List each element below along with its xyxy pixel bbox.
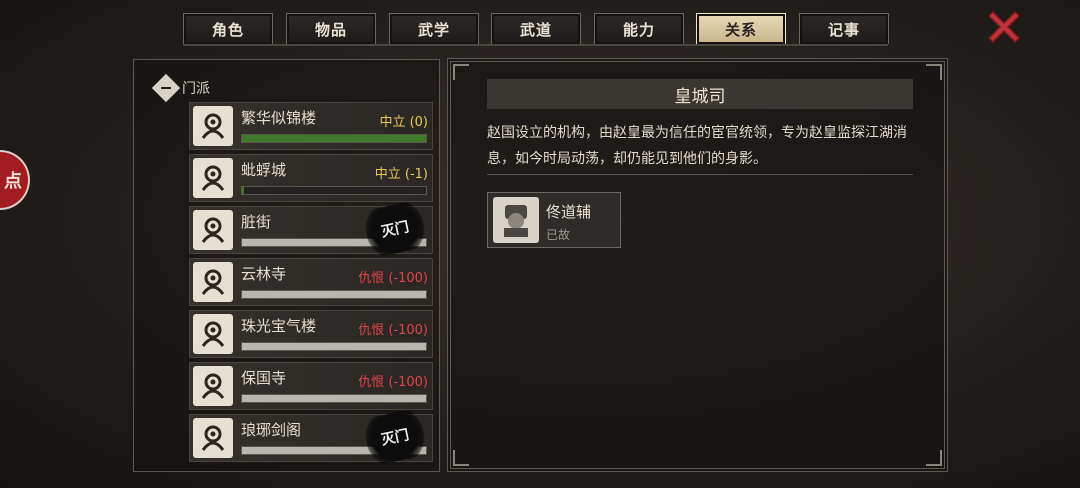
- tab-relations[interactable]: 关系: [696, 13, 786, 44]
- extinct-seal: 灭门: [361, 199, 429, 259]
- faction-description: 赵国设立的机构，由赵皇最为信任的宦官统领，专为赵皇监探江湖消息，如今时局动荡，却…: [487, 125, 907, 167]
- faction-title: 皇城司: [487, 79, 913, 109]
- faction-name: 保国寺: [241, 369, 287, 387]
- relation-bar: [241, 394, 427, 403]
- faction-list-panel: 门派 繁华似锦楼 中立 (0) 蚍蜉城 中立 (-1) 脏街 灭门 云林寺 仇恨 (-100)…: [133, 59, 440, 472]
- tab-divider: [183, 44, 888, 46]
- tab-martial[interactable]: 武学: [389, 13, 479, 44]
- faction-emblem-icon: [193, 366, 233, 406]
- frame-corner: [453, 450, 469, 466]
- faction-row[interactable]: 保国寺 仇恨 (-100): [189, 362, 433, 410]
- faction-name: 云林寺: [241, 265, 287, 283]
- close-x-icon[interactable]: [985, 8, 1023, 46]
- faction-row[interactable]: 脏街 灭门: [189, 199, 433, 259]
- relation-bar-fill: [242, 135, 426, 142]
- faction-status: 中立 (0): [379, 115, 428, 130]
- faction-emblem-icon: [193, 106, 233, 146]
- faction-emblem-icon: [193, 418, 233, 458]
- tab-journal[interactable]: 记事: [799, 13, 889, 44]
- tab-ability[interactable]: 能力: [594, 13, 684, 44]
- faction-detail-panel: 皇城司 赵国设立的机构，由赵皇最为信任的宦官统领，专为赵皇监探江湖消息，如今时局…: [447, 58, 948, 472]
- frame-corner: [926, 64, 942, 80]
- faction-name: 琅琊剑阁: [241, 421, 302, 439]
- divider: [487, 174, 913, 175]
- faction-emblem-icon: [193, 262, 233, 302]
- relation-bar: [241, 186, 427, 195]
- faction-row[interactable]: 琅琊剑阁 灭门: [189, 407, 433, 467]
- tab-role[interactable]: 角色: [183, 13, 273, 44]
- faction-name: 蚍蜉城: [241, 161, 287, 179]
- extinct-seal: 灭门: [361, 407, 429, 467]
- frame-corner: [926, 450, 942, 466]
- group-header-sect[interactable]: 门派: [151, 73, 210, 103]
- collapse-minus-icon[interactable]: [151, 73, 181, 103]
- faction-row[interactable]: 云林寺 仇恨 (-100): [189, 258, 433, 306]
- tab-items[interactable]: 物品: [286, 13, 376, 44]
- faction-status: 中立 (-1): [374, 167, 428, 182]
- faction-name: 繁华似锦楼: [241, 109, 317, 127]
- faction-row[interactable]: 繁华似锦楼 中立 (0): [189, 102, 433, 150]
- faction-name: 珠光宝气楼: [241, 317, 317, 335]
- group-label: 门派: [182, 81, 210, 97]
- side-point-button[interactable]: 点: [0, 150, 30, 210]
- relation-bar-fill: [242, 187, 244, 194]
- faction-emblem-icon: [193, 158, 233, 198]
- faction-status: 仇恨 (-100): [358, 271, 428, 286]
- relation-bar: [241, 342, 427, 351]
- faction-emblem-icon: [193, 210, 233, 250]
- faction-row[interactable]: 珠光宝气楼 仇恨 (-100): [189, 310, 433, 358]
- faction-status: 仇恨 (-100): [358, 323, 428, 338]
- member-portrait-icon: [493, 197, 539, 243]
- relation-bar: [241, 134, 427, 143]
- faction-name: 脏街: [241, 213, 272, 231]
- faction-status: 仇恨 (-100): [358, 375, 428, 390]
- member-name: 佟道辅: [546, 203, 592, 221]
- frame-corner: [453, 64, 469, 80]
- faction-emblem-icon: [193, 314, 233, 354]
- faction-row[interactable]: 蚍蜉城 中立 (-1): [189, 154, 433, 202]
- member-card[interactable]: 佟道辅 已故: [487, 192, 621, 248]
- relation-bar: [241, 290, 427, 299]
- member-status: 已故: [546, 228, 571, 242]
- tab-way[interactable]: 武道: [491, 13, 581, 44]
